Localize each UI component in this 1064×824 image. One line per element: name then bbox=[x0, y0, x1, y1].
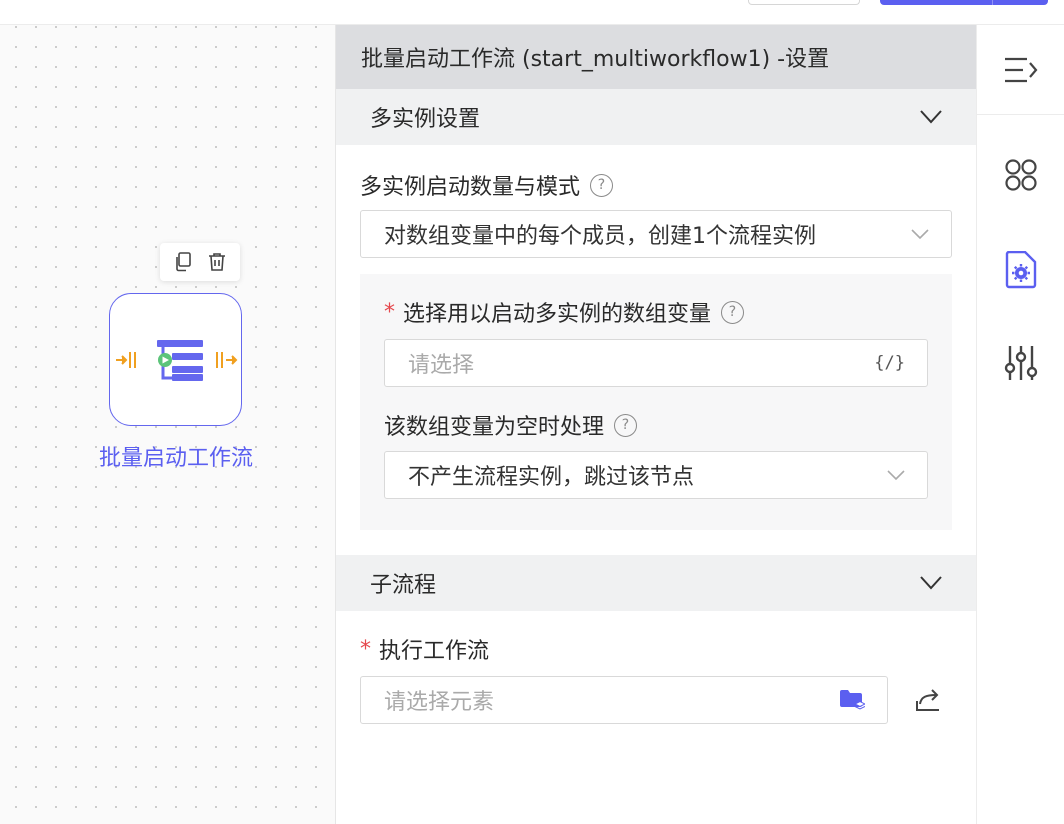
rail-params-button[interactable] bbox=[977, 338, 1064, 388]
field-mode-label: 多实例启动数量与模式 ? bbox=[360, 169, 614, 201]
rail-settings-button[interactable] bbox=[977, 245, 1064, 295]
rail-collapse-button[interactable] bbox=[977, 25, 1064, 115]
top-primary-button[interactable] bbox=[880, 0, 1048, 5]
field-exec-workflow-label: * 执行工作流 bbox=[360, 633, 489, 665]
select-value: 对数组变量中的每个成员，创建1个流程实例 bbox=[384, 224, 816, 249]
chevron-down-icon bbox=[920, 110, 942, 124]
section-multi-instance-body: 多实例启动数量与模式 ? 对数组变量中的每个成员，创建1个流程实例 * 选择用以… bbox=[336, 145, 976, 553]
select-value: 不产生流程实例，跳过该节点 bbox=[408, 465, 695, 490]
panel-title: 批量启动工作流 (start_multiworkflow1) -设置 bbox=[336, 25, 976, 89]
mode-options-box: * 选择用以启动多实例的数组变量 ? 请选择 {/} 该数组变量为空时处理 ? … bbox=[360, 274, 952, 530]
collapse-icon bbox=[1004, 57, 1037, 82]
chevron-down-icon bbox=[911, 228, 929, 239]
chevron-down-icon bbox=[920, 576, 942, 590]
sliders-icon bbox=[1004, 346, 1038, 380]
rail-components-button[interactable] bbox=[977, 150, 1064, 200]
input-placeholder: 请选择 bbox=[408, 353, 475, 378]
help-icon[interactable]: ? bbox=[614, 413, 638, 437]
node-label[interactable]: 批量启动工作流 bbox=[60, 440, 292, 472]
copy-icon[interactable] bbox=[172, 251, 194, 273]
top-secondary-button[interactable] bbox=[748, 0, 860, 5]
field-array-var-label: * 选择用以启动多实例的数组变量 ? bbox=[384, 296, 745, 328]
array-var-input[interactable]: 请选择 {/} bbox=[384, 339, 928, 387]
folder-icon[interactable] bbox=[839, 689, 865, 711]
label-text: 该数组变量为空时处理 bbox=[384, 415, 605, 440]
mode-select[interactable]: 对数组变量中的每个成员，创建1个流程实例 bbox=[360, 210, 952, 258]
right-rail bbox=[976, 25, 1064, 824]
field-empty-label: 该数组变量为空时处理 ? bbox=[384, 409, 638, 441]
variable-icon[interactable]: {/} bbox=[874, 353, 905, 373]
node-toolbar bbox=[160, 243, 240, 281]
label-text: 执行工作流 bbox=[379, 639, 490, 664]
section-title: 多实例设置 bbox=[370, 107, 481, 132]
chevron-down-icon bbox=[887, 469, 905, 480]
batch-start-icon bbox=[115, 339, 237, 381]
components-icon bbox=[1005, 159, 1037, 191]
section-title: 子流程 bbox=[370, 573, 437, 598]
empty-handling-select[interactable]: 不产生流程实例，跳过该节点 bbox=[384, 451, 928, 499]
settings-panel: 批量启动工作流 (start_multiworkflow1) -设置 多实例设置… bbox=[336, 25, 976, 824]
settings-doc-icon bbox=[1005, 251, 1037, 289]
label-text: 选择用以启动多实例的数组变量 bbox=[403, 302, 712, 327]
jump-to-icon[interactable] bbox=[914, 687, 942, 713]
workflow-node[interactable] bbox=[109, 293, 242, 426]
help-icon[interactable]: ? bbox=[721, 300, 745, 324]
top-bar bbox=[0, 0, 1064, 25]
flow-canvas[interactable]: 批量启动工作流 bbox=[0, 25, 336, 824]
label-text: 多实例启动数量与模式 bbox=[360, 175, 581, 200]
section-subprocess-header[interactable]: 子流程 bbox=[336, 555, 976, 611]
help-icon[interactable]: ? bbox=[590, 173, 614, 197]
required-mark: * bbox=[384, 299, 395, 325]
exec-workflow-input[interactable]: 请选择元素 bbox=[360, 676, 888, 724]
section-multi-instance-header[interactable]: 多实例设置 bbox=[336, 89, 976, 145]
input-placeholder: 请选择元素 bbox=[384, 690, 495, 715]
required-mark: * bbox=[360, 636, 371, 662]
trash-icon[interactable] bbox=[206, 251, 228, 273]
